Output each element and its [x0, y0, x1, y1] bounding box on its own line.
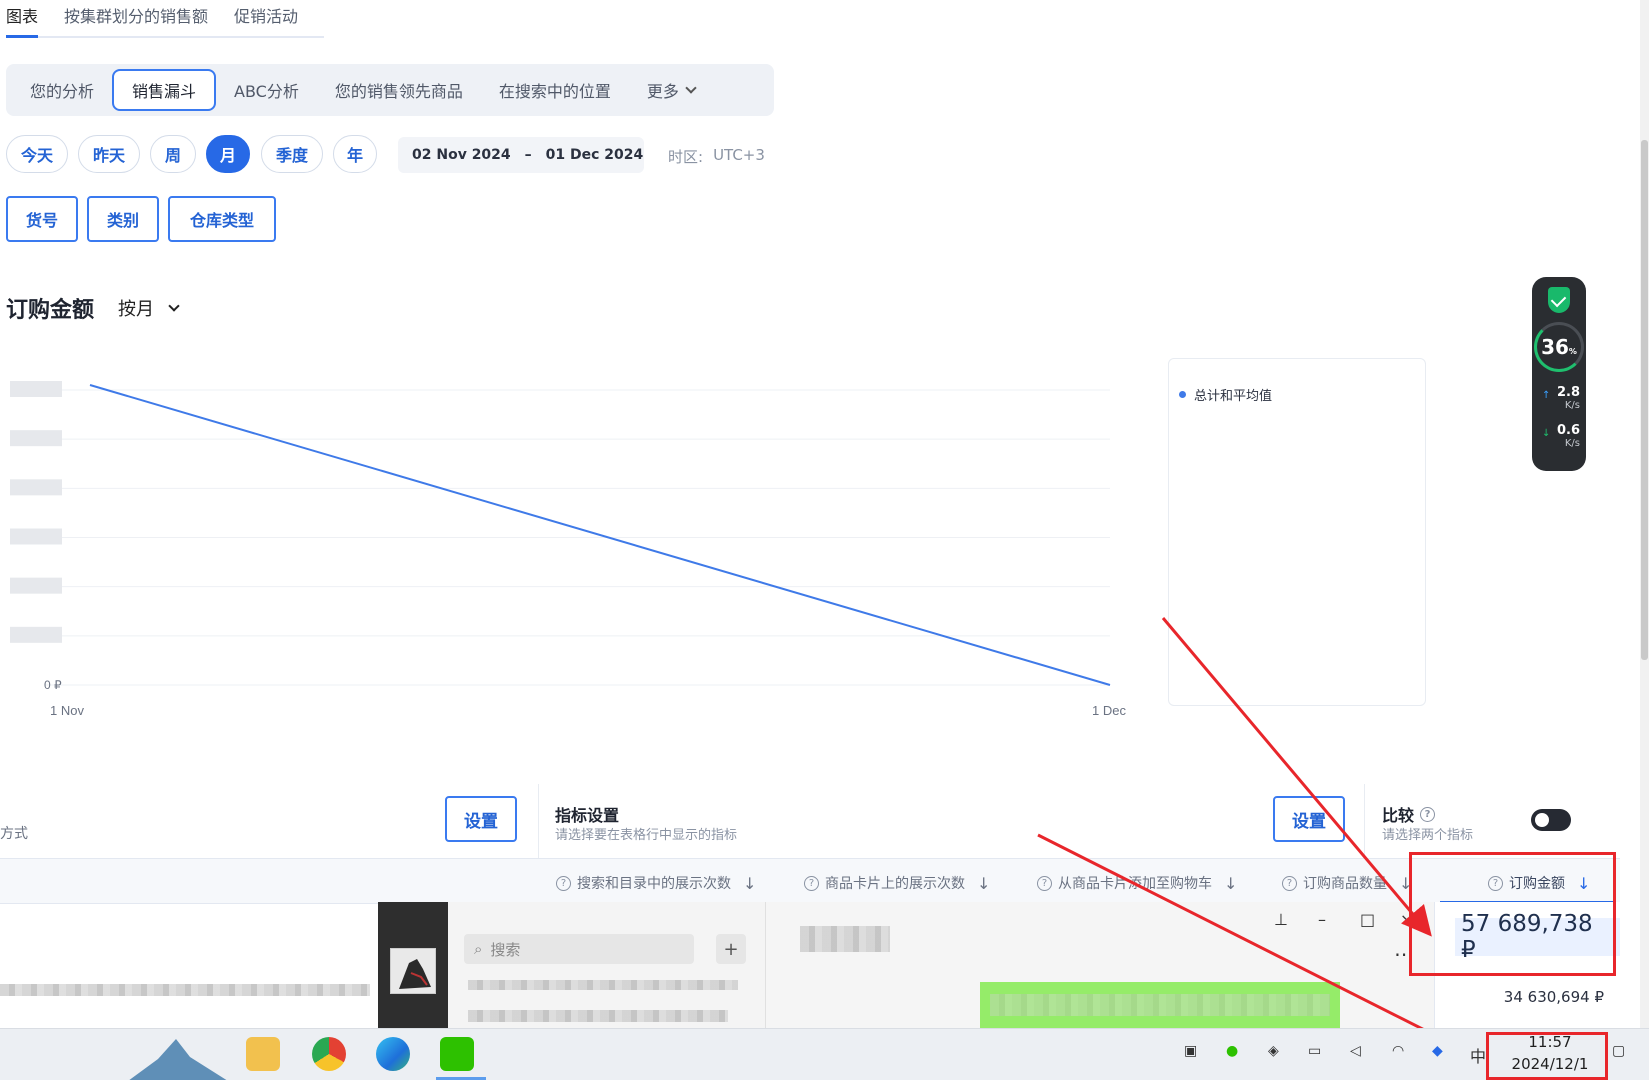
taskbar: ▣ ● ◈ ▭ ◁ ◠ ◆ 中 11:57 2024/12/1 ▢	[0, 1028, 1649, 1080]
file-explorer-icon[interactable]	[246, 1037, 280, 1071]
volume-icon[interactable]: ◁	[1350, 1043, 1361, 1059]
wallpaper-iceberg	[129, 1039, 227, 1080]
chrome-icon[interactable]	[312, 1037, 346, 1071]
tray-wechat-icon[interactable]: ●	[1226, 1043, 1238, 1059]
scrollbar-thumb[interactable]	[1641, 140, 1648, 660]
ime-indicator[interactable]: 中	[1470, 1043, 1486, 1067]
highlight-box-clock	[1486, 1032, 1608, 1080]
arrow-to-value	[1161, 617, 1432, 937]
wifi-icon[interactable]: ◠	[1392, 1043, 1404, 1059]
defender-icon[interactable]: ◆	[1432, 1043, 1443, 1059]
tray-security-icon[interactable]: ◈	[1268, 1043, 1279, 1059]
tray-camera-icon[interactable]: ▣	[1184, 1043, 1197, 1059]
notification-icon[interactable]: ▢	[1612, 1043, 1625, 1059]
battery-icon[interactable]: ▭	[1308, 1043, 1321, 1059]
arrow-to-clock	[1037, 833, 1486, 1061]
annotation-arrows	[1037, 617, 1486, 1061]
edge-icon[interactable]	[376, 1037, 410, 1071]
wechat-icon[interactable]	[440, 1037, 474, 1071]
